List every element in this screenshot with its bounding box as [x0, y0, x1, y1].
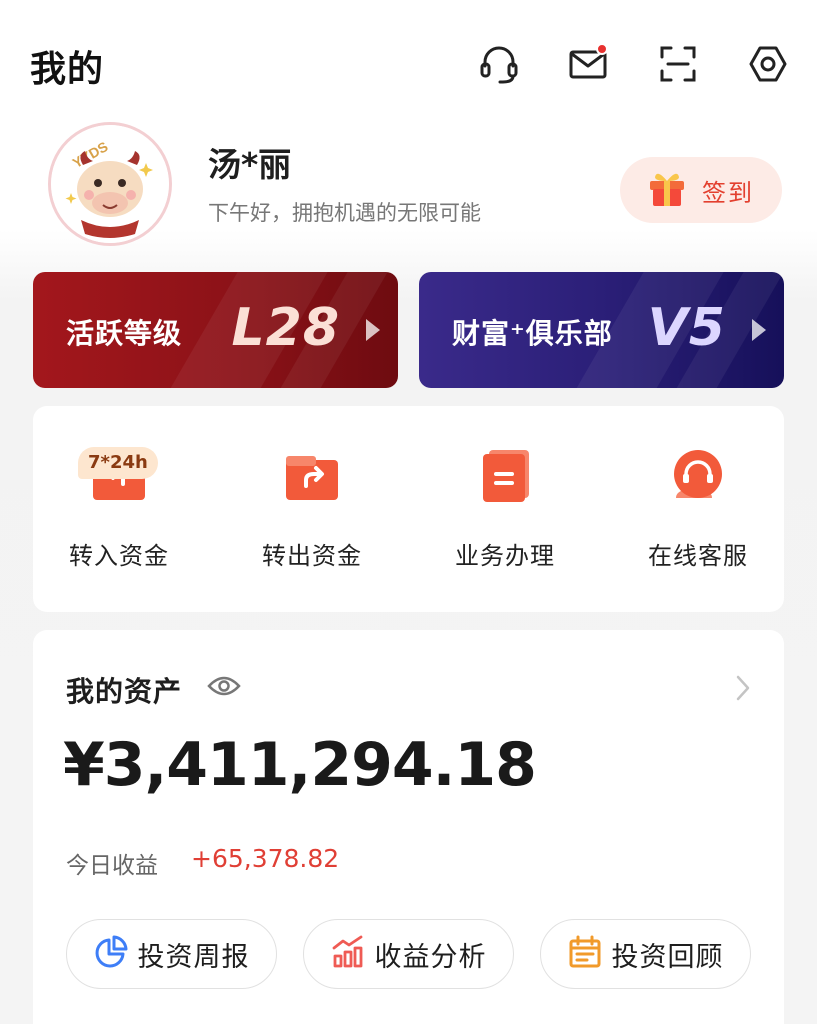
wealth-club-card[interactable]: 财富⁺俱乐部 V5	[419, 272, 784, 388]
chevron-right-icon[interactable]	[734, 674, 752, 706]
quick-action-label: 转入资金	[69, 542, 169, 570]
page-title: 我的	[30, 49, 105, 90]
total-assets-amount: ¥3,411,294.18	[63, 730, 537, 800]
pill-label: 投资回顾	[611, 941, 724, 973]
business-button[interactable]: 业务办理	[425, 446, 585, 571]
signin-button[interactable]: 签到	[620, 157, 782, 223]
gift-icon	[646, 167, 688, 213]
chevron-right-icon	[366, 319, 380, 341]
my-page: { "header": { "title": "我的" }, "header_i…	[0, 0, 817, 1024]
business-icon	[475, 446, 535, 506]
today-profit-label: 今日收益	[66, 853, 158, 879]
pill-label: 收益分析	[374, 941, 487, 973]
wealth-club-level: V5	[647, 298, 726, 358]
chevron-right-icon	[752, 319, 766, 341]
user-name: 汤*丽	[208, 145, 292, 184]
eye-icon[interactable]	[207, 674, 241, 702]
today-profit-value: +65,378.82	[191, 844, 340, 873]
always-available-badge: 7*24h	[78, 447, 158, 479]
activity-level-card[interactable]: 活跃等级 L28	[33, 272, 398, 388]
wealth-club-label: 财富⁺俱乐部	[452, 317, 613, 350]
quick-action-label: 业务办理	[455, 542, 555, 570]
settings-icon[interactable]	[746, 42, 790, 86]
weekly-report-button[interactable]: 投资周报	[66, 919, 277, 989]
quick-actions-panel: 转入资金 转出资金 业务办理 在线客服	[33, 406, 784, 612]
unread-dot	[596, 43, 608, 55]
quick-action-label: 转出资金	[262, 542, 362, 570]
activity-level-value: L28	[231, 298, 340, 358]
profit-analysis-button[interactable]: 收益分析	[303, 919, 514, 989]
assets-title: 我的资产	[66, 675, 183, 708]
customer-service-icon	[668, 446, 728, 506]
pie-chart-icon	[94, 935, 128, 973]
quick-action-label: 在线客服	[648, 542, 748, 570]
transfer-out-button[interactable]: 转出资金	[232, 446, 392, 571]
bar-chart-icon	[331, 935, 365, 973]
signin-label: 签到	[702, 178, 754, 207]
transfer-out-icon	[282, 446, 342, 506]
calendar-icon	[568, 935, 602, 973]
mail-icon[interactable]	[566, 42, 610, 86]
greeting-text: 下午好，拥抱机遇的无限可能	[208, 201, 481, 225]
scan-icon[interactable]	[656, 42, 700, 86]
pill-label: 投资周报	[137, 941, 250, 973]
assets-panel: 我的资产 ¥3,411,294.18 今日收益 +65,378.82 投资周报	[33, 630, 784, 1024]
customer-service-button[interactable]: 在线客服	[618, 446, 778, 571]
investment-review-button[interactable]: 投资回顾	[540, 919, 751, 989]
headset-icon[interactable]	[477, 42, 521, 86]
avatar[interactable]: YYDS	[48, 122, 172, 246]
activity-level-label: 活跃等级	[66, 317, 183, 350]
